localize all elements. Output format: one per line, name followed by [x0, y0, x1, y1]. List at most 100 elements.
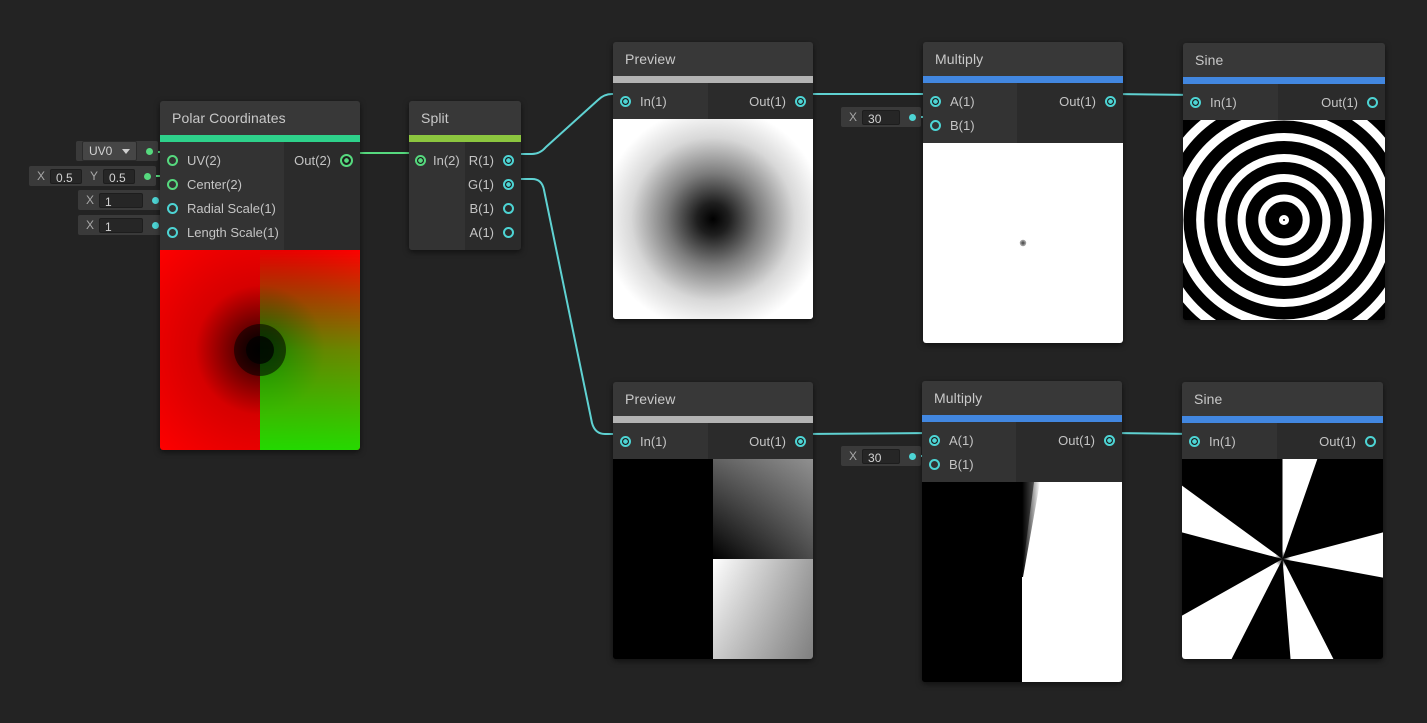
port-label: A(1) — [469, 225, 494, 240]
port-dot-icon[interactable] — [929, 459, 940, 470]
radial-scale-x-field[interactable]: 1 — [99, 193, 143, 208]
port-multiply-bottom-a[interactable]: A(1) — [922, 428, 1016, 452]
port-dot-icon[interactable] — [930, 120, 941, 131]
port-multiply-bottom-b[interactable]: B(1) — [922, 452, 1016, 476]
node-sine-bottom-ports: In(1) Out(1) — [1182, 423, 1383, 459]
port-dot-icon[interactable] — [795, 436, 806, 447]
port-dot-icon[interactable] — [929, 435, 940, 446]
port-multiply-top-b[interactable]: B(1) — [923, 113, 1017, 137]
port-split-a[interactable]: A(1) — [465, 220, 521, 244]
port-label: Out(1) — [749, 94, 786, 109]
port-dot-icon[interactable] — [795, 96, 806, 107]
property-radial-scale[interactable]: X 1 — [78, 190, 164, 210]
multiply-top-b-output-dot[interactable] — [909, 114, 916, 121]
port-multiply-top-out[interactable]: Out(1) — [1017, 89, 1123, 113]
node-multiply-bottom-title: Multiply — [922, 381, 1122, 415]
concentric-rings-preview — [1183, 120, 1385, 320]
node-preview-bottom[interactable]: Preview In(1) Out(1) — [613, 382, 813, 659]
center-output-dot[interactable] — [144, 173, 151, 180]
port-split-in[interactable]: In(2) — [409, 148, 465, 172]
property-multiply-bottom-b[interactable]: X 30 — [841, 446, 921, 466]
port-split-r[interactable]: R(1) — [465, 148, 521, 172]
port-dot-icon[interactable] — [167, 155, 178, 166]
node-preview-bottom-title: Preview — [613, 382, 813, 416]
port-sine-top-in[interactable]: In(1) — [1183, 90, 1278, 114]
port-polar-out[interactable]: Out(2) — [284, 148, 360, 172]
property-multiply-top-b[interactable]: X 30 — [841, 107, 921, 127]
multiply-bottom-b-output-dot[interactable] — [909, 453, 916, 460]
multiply-top-b-field[interactable]: 30 — [862, 110, 900, 125]
port-polar-radial-scale[interactable]: Radial Scale(1) — [160, 196, 284, 220]
radial-scale-output-dot[interactable] — [152, 197, 159, 204]
property-length-scale[interactable]: X 1 — [78, 215, 164, 235]
shader-graph-canvas[interactable]: UV0 X 0.5 Y 0.5 X 1 X 1 X 30 X 30 Polar … — [0, 0, 1427, 723]
length-scale-output-dot[interactable] — [152, 222, 159, 229]
port-dot-icon[interactable] — [503, 227, 514, 238]
port-dot-icon[interactable] — [620, 436, 631, 447]
center-x-field[interactable]: 0.5 — [50, 169, 82, 184]
multiply-bottom-inputs: A(1) B(1) — [922, 422, 1016, 482]
port-dot-icon[interactable] — [1105, 96, 1116, 107]
port-dot-icon[interactable] — [1190, 97, 1201, 108]
port-preview-top-in[interactable]: In(1) — [613, 89, 708, 113]
node-multiply-bottom[interactable]: Multiply A(1) B(1) Out(1) — [922, 381, 1122, 682]
port-sine-bottom-in[interactable]: In(1) — [1182, 429, 1277, 453]
port-dot-icon[interactable] — [167, 203, 178, 214]
port-dot-icon[interactable] — [503, 179, 514, 190]
port-preview-top-out[interactable]: Out(1) — [708, 89, 813, 113]
port-dot-icon[interactable] — [415, 155, 426, 166]
node-sine-top[interactable]: Sine In(1) Out(1) — [1183, 43, 1385, 320]
node-split[interactable]: Split In(2) R(1) G(1) — [409, 101, 521, 250]
wire-preview-bottom-to-multiply-bottom-a — [803, 433, 934, 434]
port-dot-icon[interactable] — [1367, 97, 1378, 108]
port-multiply-top-a[interactable]: A(1) — [923, 89, 1017, 113]
port-preview-bottom-out[interactable]: Out(1) — [708, 429, 813, 453]
port-dot-icon[interactable] — [620, 96, 631, 107]
port-split-g[interactable]: G(1) — [465, 172, 521, 196]
port-dot-icon[interactable] — [1104, 435, 1115, 446]
port-label: Out(1) — [1319, 434, 1356, 449]
node-split-ports: In(2) R(1) G(1) B(1) — [409, 142, 521, 250]
node-split-accent — [409, 135, 521, 142]
node-multiply-top-accent — [923, 76, 1123, 83]
port-dot-icon[interactable] — [1189, 436, 1200, 447]
port-split-b[interactable]: B(1) — [465, 196, 521, 220]
port-preview-bottom-in[interactable]: In(1) — [613, 429, 708, 453]
node-preview-top[interactable]: Preview In(1) Out(1) — [613, 42, 813, 319]
uv0-output-dot[interactable] — [146, 148, 153, 155]
port-sine-bottom-out[interactable]: Out(1) — [1277, 429, 1383, 453]
node-sine-bottom-title: Sine — [1182, 382, 1383, 416]
node-multiply-top[interactable]: Multiply A(1) B(1) Out(1) — [923, 42, 1123, 343]
property-center[interactable]: X 0.5 Y 0.5 — [29, 166, 156, 186]
sine-top-outputs: Out(1) — [1278, 84, 1385, 120]
center-y-field[interactable]: 0.5 — [103, 169, 135, 184]
port-dot-icon[interactable] — [1365, 436, 1376, 447]
port-dot-icon[interactable] — [167, 179, 178, 190]
port-sine-top-out[interactable]: Out(1) — [1278, 90, 1385, 114]
length-scale-x-field[interactable]: 1 — [99, 218, 143, 233]
uv0-dropdown[interactable]: UV0 — [82, 141, 137, 161]
port-polar-length-scale[interactable]: Length Scale(1) — [160, 220, 284, 244]
port-polar-center[interactable]: Center(2) — [160, 172, 284, 196]
property-uv0[interactable]: UV0 — [76, 141, 158, 161]
port-dot-icon[interactable] — [930, 96, 941, 107]
port-dot-icon[interactable] — [340, 154, 353, 167]
port-label: UV(2) — [187, 153, 221, 168]
port-dot-icon[interactable] — [503, 155, 514, 166]
multiply-bottom-b-field[interactable]: 30 — [862, 449, 900, 464]
port-dot-icon[interactable] — [167, 227, 178, 238]
sine-top-inputs: In(1) — [1183, 84, 1278, 120]
chevron-down-icon — [122, 149, 130, 154]
port-label: In(1) — [640, 94, 667, 109]
node-multiply-top-title: Multiply — [923, 42, 1123, 76]
node-polar-coordinates[interactable]: Polar Coordinates UV(2) Center(2) Radial… — [160, 101, 360, 450]
port-label: In(1) — [1209, 434, 1236, 449]
port-label: R(1) — [469, 153, 494, 168]
port-dot-icon[interactable] — [503, 203, 514, 214]
node-sine-bottom[interactable]: Sine In(1) Out(1) — [1182, 382, 1383, 659]
port-label: A(1) — [950, 94, 975, 109]
port-multiply-bottom-out[interactable]: Out(1) — [1016, 428, 1122, 452]
port-label: G(1) — [468, 177, 494, 192]
node-split-title: Split — [409, 101, 521, 135]
port-polar-uv[interactable]: UV(2) — [160, 148, 284, 172]
